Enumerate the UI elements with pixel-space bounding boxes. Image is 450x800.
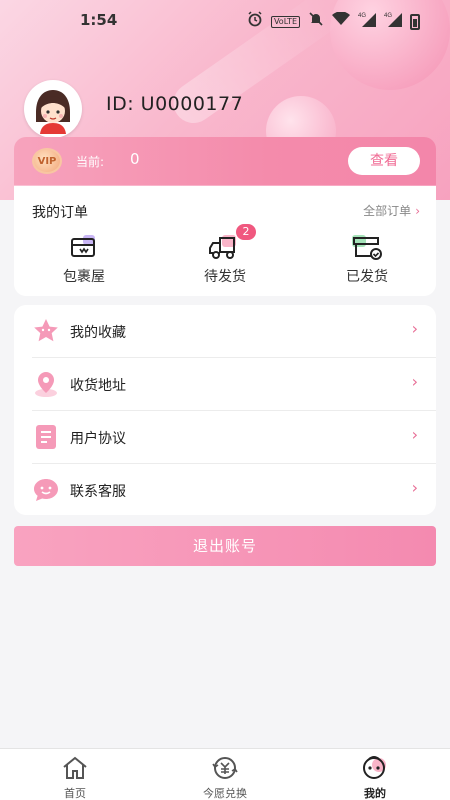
volte-icon: VoLTE [270,16,300,28]
chat-icon [34,479,58,501]
status-time: 1:54 [80,11,118,29]
tab-mine[interactable]: 我的 [330,755,420,800]
avatar-girl-icon [36,90,70,134]
alarm-icon [247,11,263,33]
menu-item-favorites[interactable]: 我的收藏 › [14,305,436,357]
svg-text:4G: 4G [358,13,366,19]
all-orders-link[interactable]: 全部订单 › [363,202,420,219]
tab-label: 首页 [64,787,86,800]
signal-4g-icon: 4G [358,11,376,33]
pending-count-badge: 2 [236,224,256,240]
order-item-label: 待发货 [204,269,246,285]
mute-icon [308,11,324,33]
battery-icon [410,14,420,30]
tab-exchange[interactable]: 今愿兑换 [180,755,270,800]
menu-item-label: 收货地址 [70,378,126,394]
exchange-icon [180,755,270,781]
tab-label: 今愿兑换 [203,787,247,800]
chevron-right-icon: › [411,319,418,338]
chevron-right-icon: › [411,372,418,391]
order-pending-shipment[interactable]: 2 待发货 [175,224,275,286]
home-icon [30,755,120,781]
menu-item-customer-service[interactable]: 联系客服 › [14,464,436,516]
star-icon [34,319,58,342]
location-icon [35,372,57,397]
logout-button[interactable]: 退出账号 [14,526,436,566]
avatar[interactable] [24,80,82,138]
menu-item-label: 我的收藏 [70,325,126,341]
order-package-room[interactable]: 包裹屋 [34,232,134,286]
svg-text:4G: 4G [384,13,392,19]
tab-home[interactable]: 首页 [30,755,120,800]
menu-item-label: 联系客服 [70,484,126,500]
package-icon [34,232,134,262]
menu-card: 我的收藏 › 收货地址 › 用户协议 › 联系客服 › [14,305,436,515]
points-bar: VIP 当前: 0 查看 [14,137,436,185]
chevron-right-icon: › [411,425,418,444]
menu-item-label: 用户协议 [70,431,126,447]
shipped-box-icon [317,232,417,262]
orders-card: 我的订单 全部订单 › 包裹屋 2 待发货 已发货 [14,186,436,296]
profile-icon [330,755,420,781]
chevron-right-icon: › [415,204,420,218]
menu-item-address[interactable]: 收货地址 › [14,358,436,410]
signal-4g-icon: 4G [384,11,402,33]
document-icon [36,425,56,449]
user-id: ID: U0000177 [106,93,244,115]
points-value: 0 [130,150,140,168]
order-item-label: 包裹屋 [63,269,105,285]
tab-label: 我的 [364,787,386,800]
orders-title: 我的订单 [32,205,88,221]
wifi-icon [332,11,350,32]
chevron-right-icon: › [411,478,418,497]
order-shipped[interactable]: 已发货 [317,232,417,286]
bottom-tab-bar: 首页 今愿兑换 我的 [0,748,450,800]
truck-icon: 2 [175,224,275,262]
view-points-button[interactable]: 查看 [348,147,420,175]
coin-icon: VIP [32,148,62,174]
status-bar: 1:54 VoLTE 4G 4G [0,0,450,40]
all-orders-label: 全部订单 [363,204,412,218]
order-item-label: 已发货 [346,269,388,285]
points-label: 当前: [76,155,105,169]
menu-item-user-agreement[interactable]: 用户协议 › [14,411,436,463]
